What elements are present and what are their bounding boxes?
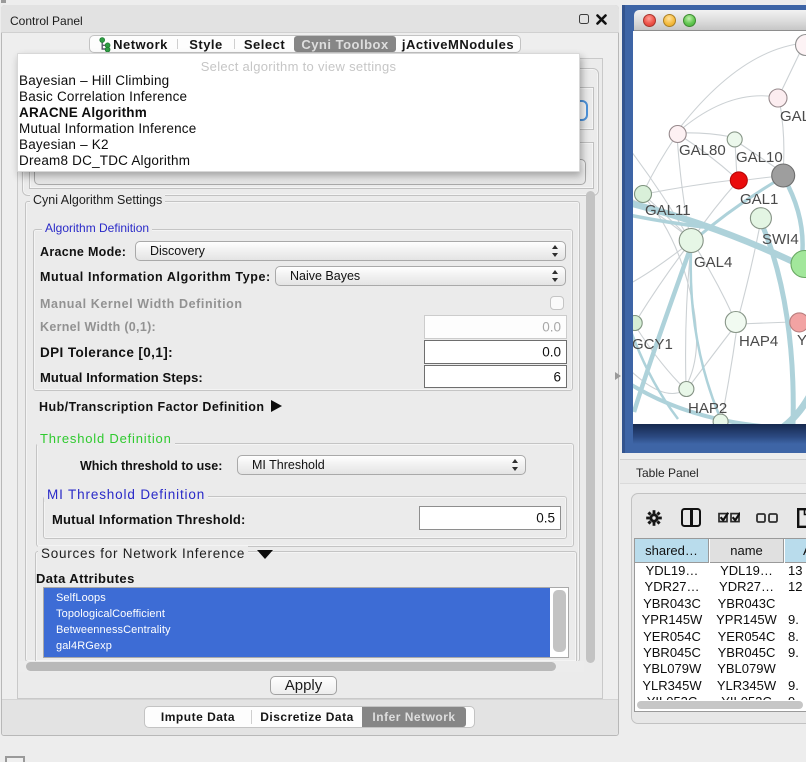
svg-text:GAL: GAL bbox=[780, 108, 806, 125]
svg-text:GAL1: GAL1 bbox=[740, 191, 778, 208]
svg-text:GCY1: GCY1 bbox=[633, 336, 673, 353]
svg-text:GAL4: GAL4 bbox=[694, 254, 732, 271]
svg-text:GAL11: GAL11 bbox=[645, 202, 691, 219]
svg-text:HAP2: HAP2 bbox=[688, 400, 727, 417]
svg-text:GAL10: GAL10 bbox=[736, 149, 783, 166]
svg-text:Y: Y bbox=[797, 332, 806, 349]
svg-text:SWI4: SWI4 bbox=[762, 231, 799, 248]
svg-text:GAL80: GAL80 bbox=[679, 142, 726, 159]
svg-text:HAP4: HAP4 bbox=[739, 333, 778, 350]
